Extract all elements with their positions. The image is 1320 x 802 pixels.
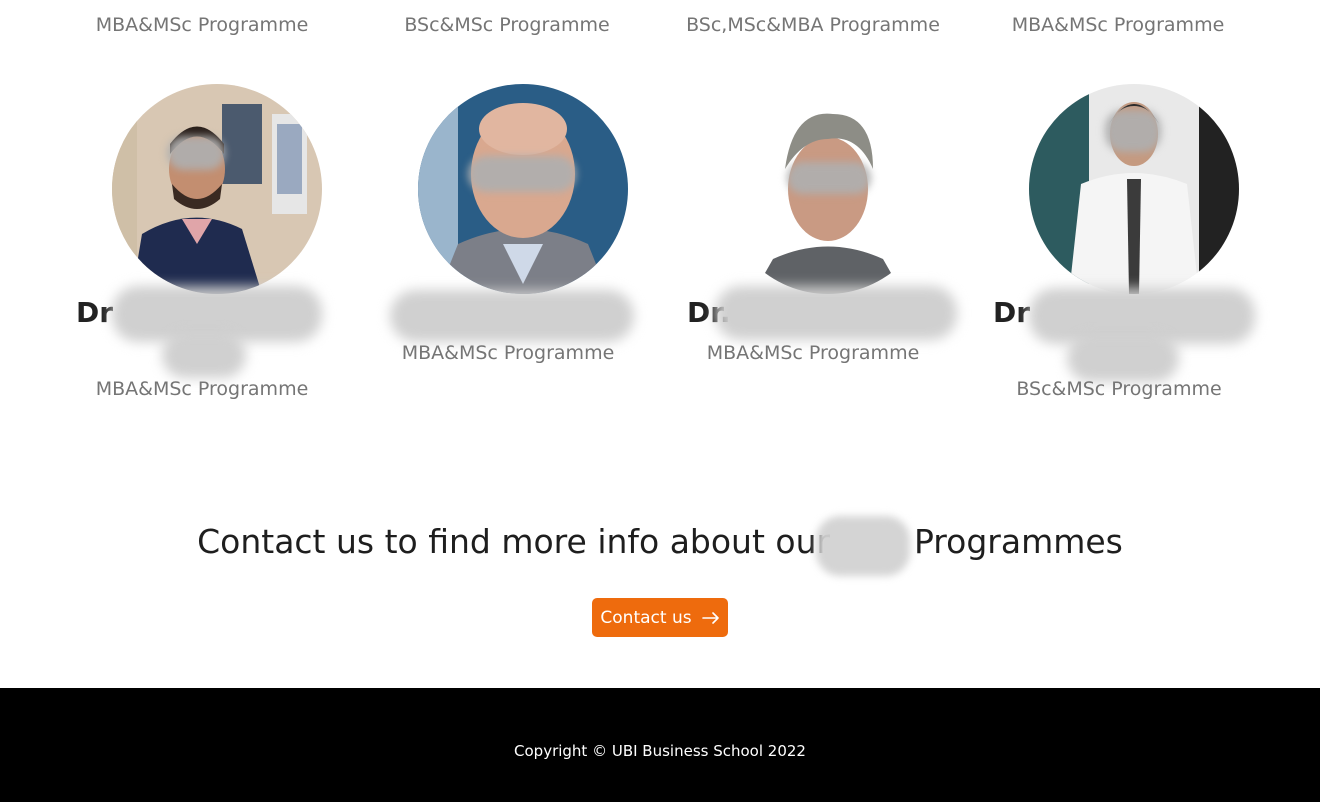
faculty-card: Dr. MBA&MSc Programme (683, 84, 957, 414)
faculty-programme-label: MBA&MSc Programme (95, 378, 309, 400)
faculty-programme-label: MBA&MSc Programme (95, 14, 309, 36)
page: MBA&MSc Programme BSc&MSc Programme BSc,… (0, 0, 1320, 802)
faculty-name: Dr (993, 296, 1031, 329)
faculty-programme-label: MBA&MSc Programme (401, 342, 615, 364)
faculty-programme-label: BSc&MSc Programme (404, 14, 610, 36)
faculty-avatar (723, 84, 933, 294)
faculty-programme-label: MBA&MSc Programme (706, 342, 920, 364)
faculty-card: Dr BSc&MSc Programme (989, 84, 1255, 414)
faculty-programme-label: MBA&MSc Programme (1011, 14, 1225, 36)
faculty-avatar (112, 84, 322, 294)
faculty-card: MBA&MSc Programme (378, 84, 638, 414)
faculty-card: Dr MBA&MSc Programme (72, 84, 332, 414)
copyright-text: Copyright © UBI Business School 2022 (514, 742, 806, 760)
faculty-name: Dr (76, 296, 114, 329)
eye-privacy-blur (1105, 110, 1161, 152)
contact-us-label: Contact us (600, 607, 692, 628)
eye-privacy-blur (167, 136, 225, 170)
name-privacy-blur (1067, 334, 1179, 382)
name-privacy-blur (390, 290, 634, 342)
heading-privacy-blur (816, 516, 910, 576)
name-privacy-blur (715, 286, 957, 340)
faculty-avatar (1029, 84, 1239, 294)
faculty-programme-label: BSc&MSc Programme (1016, 378, 1222, 400)
arrow-right-icon (701, 611, 720, 624)
eye-privacy-blur (787, 162, 871, 194)
name-privacy-blur (162, 332, 246, 378)
contact-heading: Contact us to find more info about our P… (197, 522, 1123, 561)
faculty-avatar (418, 84, 628, 294)
eye-privacy-blur (468, 156, 576, 192)
faculty-programme-label: BSc,MSc&MBA Programme (686, 14, 940, 36)
contact-us-button[interactable]: Contact us (592, 598, 728, 637)
footer: Copyright © UBI Business School 2022 (0, 688, 1320, 802)
